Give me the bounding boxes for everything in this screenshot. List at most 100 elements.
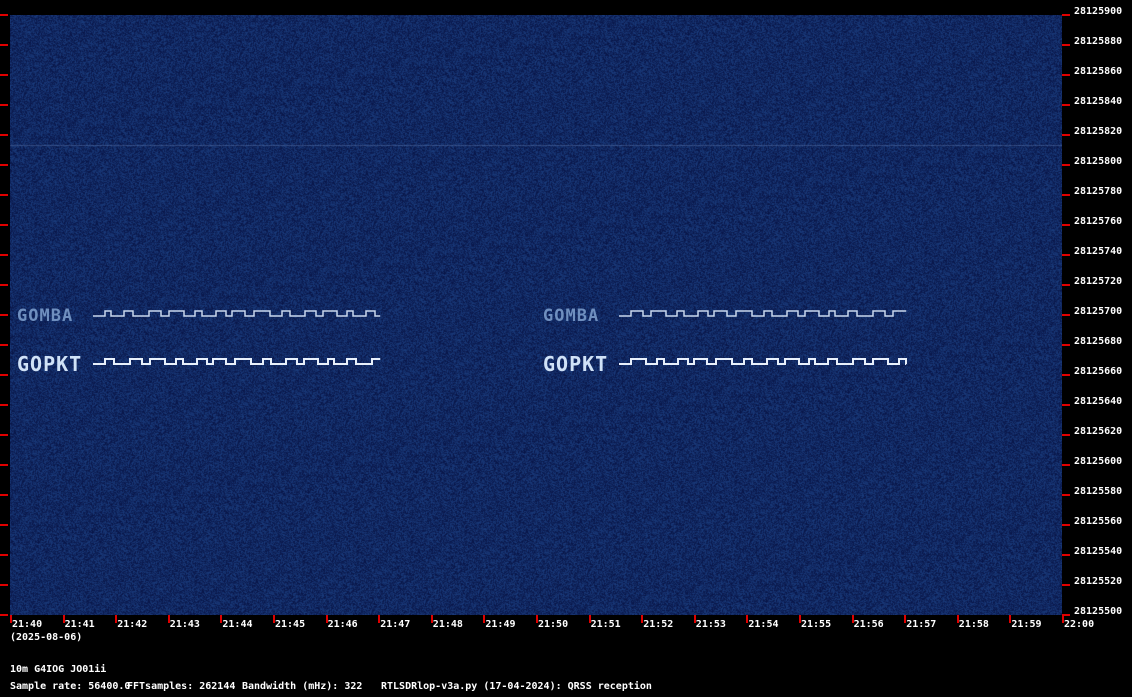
x-tick-label: 21:41 <box>64 619 95 630</box>
x-tick-label: 21:42 <box>117 619 148 630</box>
y-tick-right <box>1062 494 1070 496</box>
y-tick-label: 28125680 <box>1074 336 1123 347</box>
y-tick-right <box>1062 464 1070 466</box>
sample-rate-label: Sample rate: 56400.0 <box>10 681 131 692</box>
signal-trace-gomba <box>619 310 907 317</box>
fft-samples-label: FFTsamples: 262144 <box>127 681 236 692</box>
y-tick-left <box>0 584 8 586</box>
x-tick-label: 22:00 <box>1064 619 1095 630</box>
x-tick-label: 21:46 <box>327 619 358 630</box>
x-tick <box>62 615 65 623</box>
y-tick-label: 28125740 <box>1074 246 1123 257</box>
station-label: 10m G4IOG JO01ii <box>10 664 107 675</box>
y-tick-left <box>0 254 8 256</box>
program-label: RTLSDRlop-v3a.py (17-04-2024): QRSS rece… <box>381 681 652 692</box>
x-tick-label: 21:55 <box>801 619 832 630</box>
x-tick <box>167 615 170 623</box>
x-tick <box>536 615 538 623</box>
y-tick-left <box>0 524 8 526</box>
y-tick-label: 28125620 <box>1074 426 1123 437</box>
y-tick-left <box>0 554 8 556</box>
y-tick-right <box>1062 524 1070 526</box>
x-tick <box>325 615 328 623</box>
x-tick-label: 21:45 <box>275 619 306 630</box>
y-tick-left <box>0 44 8 46</box>
y-tick-left <box>0 404 8 406</box>
y-tick-left <box>0 104 8 106</box>
x-tick <box>273 615 275 623</box>
signal-trace-gopkt <box>619 358 907 365</box>
x-tick-label: 21:47 <box>380 619 411 630</box>
y-tick-label: 28125860 <box>1074 66 1123 77</box>
y-tick-left <box>0 14 8 16</box>
y-tick-right <box>1062 404 1070 406</box>
signal-callsign-gopkt: GOPKT <box>17 352 82 376</box>
x-tick-label: 21:53 <box>695 619 726 630</box>
y-tick-right <box>1062 284 1070 286</box>
y-tick-right <box>1062 134 1070 136</box>
signal-callsign-gopkt: GOPKT <box>543 352 608 376</box>
x-tick <box>1062 615 1064 623</box>
y-tick-right <box>1062 584 1070 586</box>
x-tick <box>956 615 959 623</box>
y-tick-left <box>0 74 8 76</box>
x-tick-label: 21:58 <box>958 619 989 630</box>
x-tick <box>641 615 644 623</box>
x-tick <box>10 615 12 623</box>
x-tick-label: 21:52 <box>643 619 674 630</box>
x-tick <box>588 615 591 623</box>
y-tick-left <box>0 434 8 436</box>
y-tick-right <box>1062 104 1070 106</box>
y-tick-label: 28125700 <box>1074 306 1123 317</box>
x-tick-label: 21:57 <box>906 619 937 630</box>
y-tick-label: 28125800 <box>1074 156 1123 167</box>
y-tick-left <box>0 224 8 226</box>
x-tick <box>1009 615 1012 623</box>
x-tick-label: 21:56 <box>853 619 884 630</box>
signal-layer: GOMBA GOPKT GOMBA GOPKT <box>17 306 907 376</box>
signal-trace-gomba <box>93 310 381 317</box>
x-tick-label: 21:50 <box>538 619 569 630</box>
signal-trace-gopkt <box>93 358 381 365</box>
y-tick-label: 28125760 <box>1074 216 1123 227</box>
y-tick-right <box>1062 224 1070 226</box>
x-tick-label: 21:43 <box>169 619 200 630</box>
y-tick-left <box>0 284 8 286</box>
y-tick-label: 28125580 <box>1074 486 1123 497</box>
x-tick <box>693 615 696 623</box>
y-tick-left <box>0 464 8 466</box>
y-tick-label: 28125900 <box>1074 6 1123 17</box>
signal-callsign-gomba: GOMBA <box>17 306 73 326</box>
y-tick-left <box>0 194 8 196</box>
y-tick-right <box>1062 44 1070 46</box>
y-tick-label: 28125660 <box>1074 366 1123 377</box>
y-tick-label: 28125640 <box>1074 396 1123 407</box>
y-tick-label: 28125840 <box>1074 96 1123 107</box>
y-tick-left <box>0 374 8 376</box>
y-tick-left <box>0 614 8 616</box>
x-tick <box>483 615 486 623</box>
signal-callsign-gomba: GOMBA <box>543 306 599 326</box>
y-tick-left <box>0 344 8 346</box>
y-tick-right <box>1062 164 1070 166</box>
spectrogram-plot: GOMBA GOPKT GOMBA GOPKT <box>10 15 1062 615</box>
y-tick-right <box>1062 314 1070 316</box>
y-tick-right <box>1062 254 1070 256</box>
x-tick-label: 21:48 <box>432 619 463 630</box>
y-tick-label: 28125720 <box>1074 276 1123 287</box>
x-tick <box>378 615 381 623</box>
x-tick-label: 21:49 <box>485 619 516 630</box>
y-tick-right <box>1062 194 1070 196</box>
x-tick <box>746 615 749 623</box>
y-tick-right <box>1062 374 1070 376</box>
y-tick-label: 28125820 <box>1074 126 1123 137</box>
y-tick-right <box>1062 554 1070 556</box>
y-tick-right <box>1062 14 1070 16</box>
y-tick-label: 28125780 <box>1074 186 1123 197</box>
y-tick-label: 28125500 <box>1074 606 1123 617</box>
x-tick <box>904 615 907 623</box>
x-tick-label: 21:51 <box>590 619 621 630</box>
x-tick <box>430 615 433 623</box>
y-tick-label: 28125880 <box>1074 36 1123 47</box>
x-tick-label: 21:54 <box>748 619 779 630</box>
